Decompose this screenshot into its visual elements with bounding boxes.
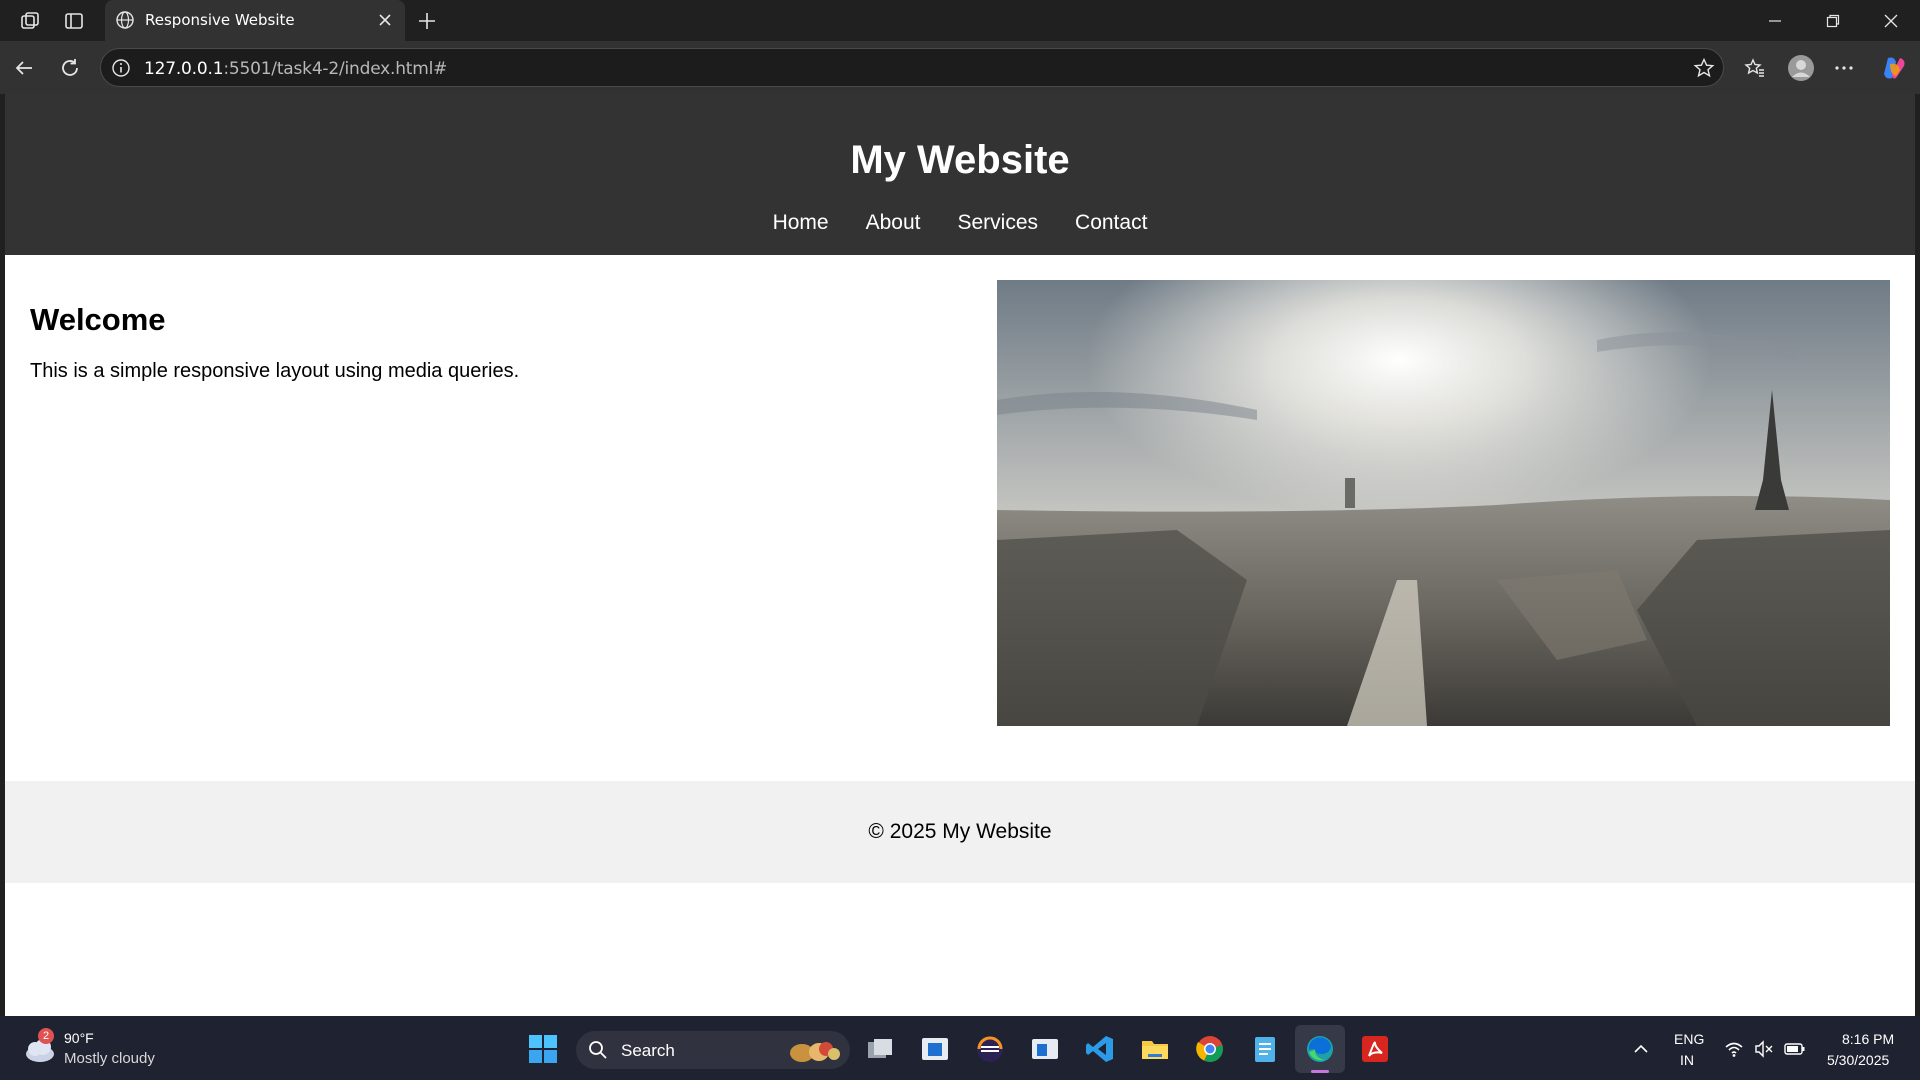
show-hidden-icons-icon[interactable] — [1632, 1040, 1650, 1063]
workspaces-icon[interactable] — [16, 8, 44, 34]
profile-avatar-icon[interactable] — [1785, 52, 1817, 84]
chrome-icon[interactable] — [1195, 1034, 1225, 1064]
battery-icon[interactable] — [1784, 1041, 1806, 1062]
nav-home-link[interactable]: Home — [773, 211, 829, 235]
tab-title: Responsive Website — [145, 11, 295, 29]
welcome-heading: Welcome — [30, 302, 166, 337]
tab-active[interactable]: Responsive Website — [105, 0, 405, 41]
notepad-icon[interactable] — [1250, 1034, 1280, 1064]
search-highlight-icon — [786, 1037, 842, 1068]
app-store-icon[interactable] — [920, 1034, 950, 1064]
weather-widget[interactable]: 2 90°F Mostly cloudy — [20, 1028, 170, 1072]
intro-paragraph: This is a simple responsive layout using… — [30, 360, 520, 382]
acrobat-icon[interactable] — [1360, 1034, 1390, 1064]
page-viewport: My Website Home About Services Contact W… — [5, 94, 1915, 1016]
nav-services-link[interactable]: Services — [958, 211, 1039, 235]
task-view-icon[interactable] — [865, 1034, 895, 1064]
url-text: 127.0.0.1:5501/task4-2/index.html# — [144, 59, 447, 79]
nav-contact-link[interactable]: Contact — [1075, 211, 1147, 235]
close-tab-icon[interactable] — [377, 12, 393, 33]
file-explorer-icon[interactable] — [1140, 1034, 1170, 1064]
site-header: My Website Home About Services Contact — [5, 94, 1915, 255]
main-nav: Home About Services Contact — [5, 211, 1915, 235]
more-options-icon[interactable] — [1830, 54, 1858, 82]
clock-time[interactable]: 8:16 PM — [1842, 1031, 1894, 1047]
footer-copyright: © 2025 My Website — [868, 820, 1052, 843]
weather-badge: 2 — [38, 1028, 54, 1044]
nav-about-link[interactable]: About — [866, 211, 921, 235]
language-primary[interactable]: ENG — [1674, 1031, 1704, 1047]
restore-icon[interactable] — [1820, 10, 1846, 32]
copilot-icon[interactable] — [1878, 52, 1910, 84]
globe-icon — [115, 10, 135, 35]
search-label: Search — [621, 1041, 675, 1060]
windows-logo-icon — [528, 1035, 558, 1068]
city-skyline-image — [997, 280, 1890, 726]
back-icon[interactable] — [10, 54, 38, 82]
url-host: 127.0.0.1 — [144, 59, 224, 79]
vscode-icon[interactable] — [1085, 1034, 1115, 1064]
volume-muted-icon[interactable] — [1754, 1040, 1774, 1063]
wifi-icon[interactable] — [1724, 1040, 1744, 1063]
new-tab-icon[interactable] — [414, 8, 440, 34]
browser-toolbar: 127.0.0.1:5501/task4-2/index.html# — [0, 41, 1920, 94]
site-info-icon[interactable] — [111, 58, 131, 83]
search-icon — [588, 1040, 608, 1065]
eclipse-icon[interactable] — [975, 1034, 1005, 1064]
weather-temperature: 90°F — [64, 1030, 94, 1046]
favorite-star-icon[interactable] — [1693, 57, 1715, 84]
site-title: My Website — [850, 138, 1070, 182]
clock-date[interactable]: 5/30/2025 — [1827, 1052, 1889, 1068]
minimize-icon[interactable] — [1762, 10, 1788, 32]
close-window-icon[interactable] — [1878, 10, 1904, 32]
language-secondary[interactable]: IN — [1680, 1052, 1694, 1068]
refresh-icon[interactable] — [56, 54, 84, 82]
site-footer: © 2025 My Website — [5, 781, 1915, 883]
browser-tab-bar: Responsive Website — [0, 0, 1920, 41]
url-path: :5501/task4-2/index.html# — [223, 59, 448, 79]
weather-condition: Mostly cloudy — [64, 1050, 155, 1067]
favorites-icon[interactable] — [1741, 54, 1769, 82]
taskbar-search-box[interactable]: Search — [576, 1031, 850, 1069]
address-bar[interactable]: 127.0.0.1:5501/task4-2/index.html# — [100, 48, 1724, 87]
tab-actions-icon[interactable] — [60, 8, 88, 34]
edge-active-indicator — [1311, 1070, 1329, 1073]
start-button[interactable] — [528, 1034, 558, 1064]
remote-desktop-icon[interactable] — [1030, 1034, 1060, 1064]
edge-icon[interactable] — [1305, 1034, 1335, 1064]
